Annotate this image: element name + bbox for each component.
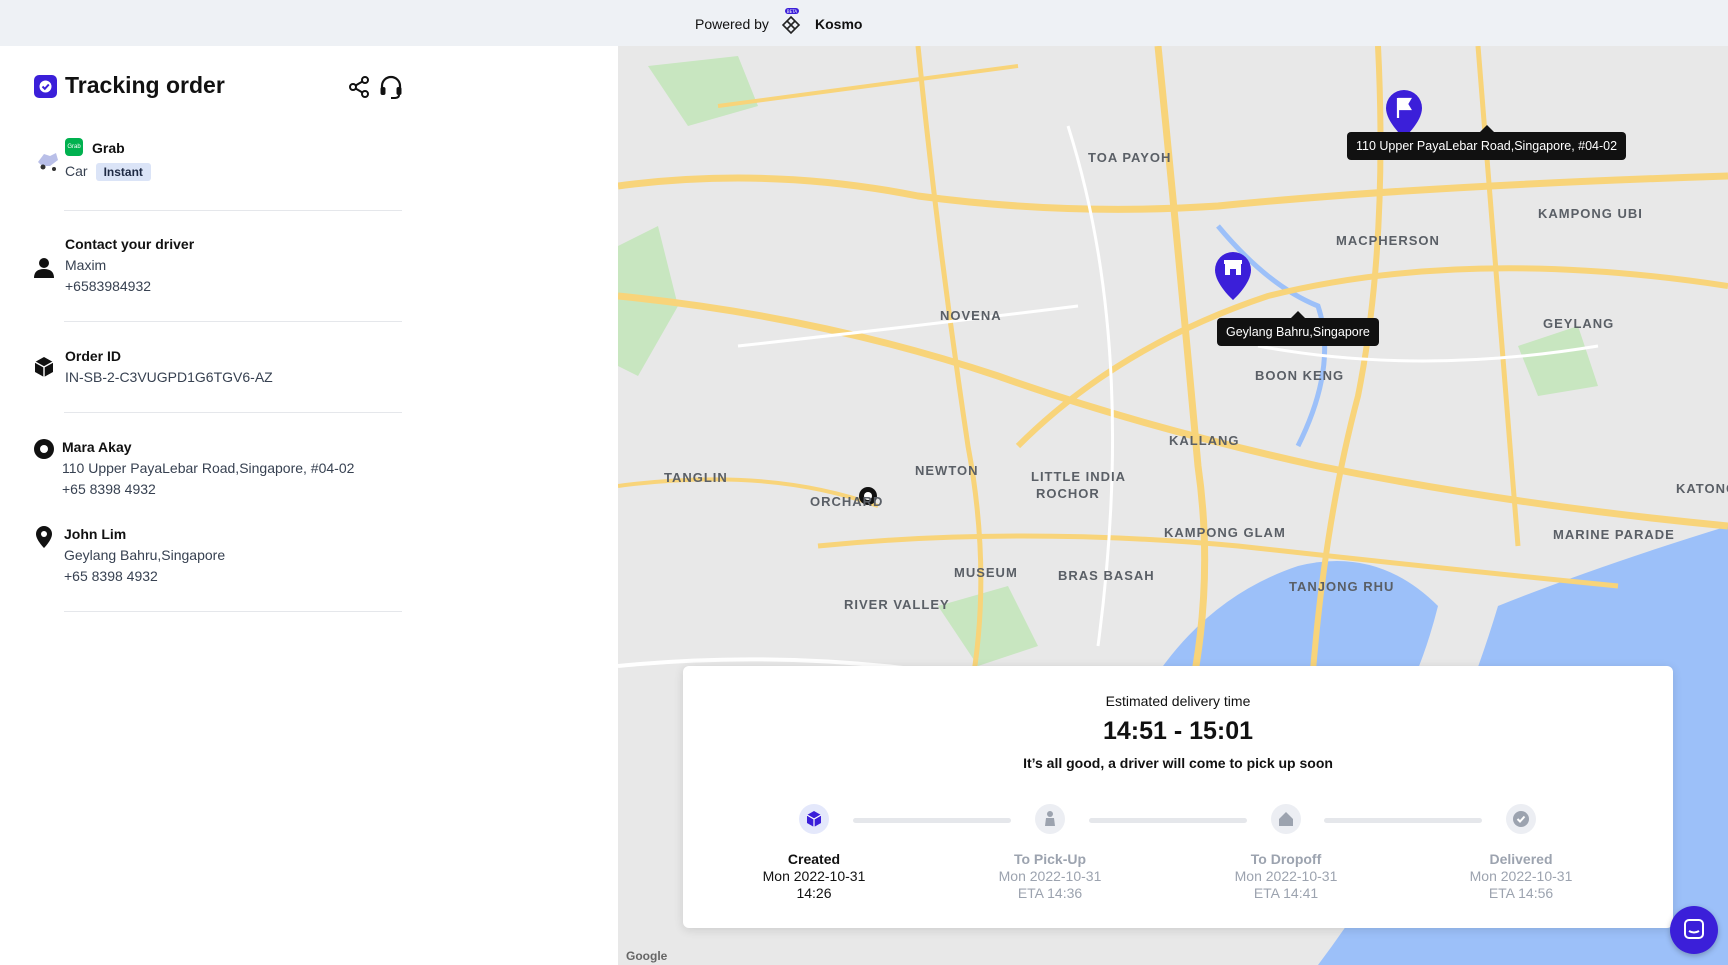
map-area-label: KAMPONG GLAM	[1164, 525, 1286, 540]
kosmo-logo-icon: BETA	[781, 8, 801, 35]
dropoff-marker-icon[interactable]	[1215, 252, 1251, 300]
map-area-label: GEYLANG	[1543, 316, 1615, 331]
pin-icon	[36, 526, 52, 548]
step-time: ETA 14:36	[1017, 885, 1083, 901]
map-area-label: KATONG	[1676, 481, 1728, 496]
map-area-label: LITTLE INDIA	[1031, 469, 1127, 484]
box-icon	[34, 357, 54, 377]
brand-name: Kosmo	[815, 16, 863, 32]
step-date: Mon 2022-10-31	[998, 868, 1102, 884]
pickup-marker-icon[interactable]	[1386, 90, 1422, 138]
estimated-time: 14:51 - 15:01	[1102, 717, 1254, 745]
person-icon	[34, 258, 54, 278]
step-dropoff-icon	[1271, 804, 1301, 834]
top-banner: Powered by BETA Kosmo	[0, 0, 1728, 46]
box-icon	[806, 811, 822, 827]
step-time: 14:26	[796, 885, 832, 901]
recipient-name: John Lim	[64, 526, 127, 542]
step-created: Created Mon 2022-10-31 14:26	[724, 851, 904, 902]
step-pickup-icon	[1035, 804, 1065, 834]
divider	[64, 611, 402, 612]
map-area-label: BOON KENG	[1255, 368, 1345, 383]
dropoff-tooltip: Geylang Bahru,Singapore	[1217, 311, 1379, 346]
sender-address: 110 Upper PayaLebar Road,Singapore, #04-…	[62, 460, 355, 476]
headset-icon[interactable]	[378, 74, 404, 100]
map-attribution: Google	[626, 949, 668, 963]
order-heading: Order ID	[65, 348, 122, 364]
map-area-label: KALLANG	[1169, 433, 1240, 448]
divider	[64, 412, 402, 413]
grab-logo: Grab	[65, 138, 83, 156]
order-id: IN-SB-2-C3VUGPD1G6TGV6-AZ	[65, 369, 273, 385]
delivery-card: Estimated delivery time 14:51 - 15:01 It…	[683, 666, 1673, 928]
recipient-address: Geylang Bahru,Singapore	[64, 547, 226, 563]
sender-phone[interactable]: +65 8398 4932	[62, 481, 156, 497]
step-title: Delivered	[1489, 851, 1553, 867]
map-area-label: KAMPONG UBI	[1538, 206, 1643, 221]
step-title: To Dropoff	[1250, 851, 1322, 867]
service-badge: Instant	[95, 163, 151, 181]
step-delivered-icon	[1506, 804, 1536, 834]
origin-icon	[34, 439, 54, 459]
tracking-panel: Tracking order Grab Grab Car Instant Cont…	[0, 46, 618, 965]
step-date: Mon 2022-10-31	[1469, 868, 1573, 884]
map-area-label: NEWTON	[915, 463, 979, 478]
step-connector	[1089, 818, 1247, 823]
map-area-label: TANJONG RHU	[1289, 579, 1395, 594]
beta-badge: BETA	[787, 9, 797, 14]
provider-name: Grab	[92, 140, 125, 156]
check-circle-icon	[1513, 811, 1529, 827]
map-area-label: MARINE PARADE	[1553, 527, 1675, 542]
sender-name: Mara Akay	[62, 439, 132, 455]
map-area-label: MACPHERSON	[1336, 233, 1440, 248]
pickup-tooltip: 110 Upper PayaLebar Road,Singapore, #04-…	[1347, 125, 1627, 160]
vehicle-type: Car	[65, 163, 88, 179]
step-date: Mon 2022-10-31	[1234, 868, 1338, 884]
step-time: ETA 14:56	[1488, 885, 1554, 901]
chat-icon	[1684, 919, 1704, 939]
step-created-icon	[799, 804, 829, 834]
step-dropoff: To Dropoff Mon 2022-10-31 ETA 14:41	[1196, 851, 1376, 902]
driver-icon	[1045, 811, 1055, 826]
map-area-label: BRAS BASAH	[1058, 568, 1155, 583]
home-icon	[1279, 812, 1293, 826]
map-area-label: ORCHARD	[810, 494, 884, 509]
driver-name: Maxim	[65, 257, 107, 273]
check-box-icon	[34, 75, 57, 98]
driver-heading: Contact your driver	[65, 236, 195, 252]
status-message: It’s all good, a driver will come to pic…	[1023, 755, 1333, 771]
step-time: ETA 14:41	[1253, 885, 1319, 901]
map-area-label: TANGLIN	[664, 470, 728, 485]
powered-by-label: Powered by	[695, 16, 769, 32]
step-title: Created	[787, 851, 841, 867]
chat-button[interactable]	[1670, 906, 1718, 954]
step-pickup: To Pick-Up Mon 2022-10-31 ETA 14:36	[960, 851, 1140, 902]
share-icon[interactable]	[347, 75, 371, 99]
estimated-label: Estimated delivery time	[1105, 693, 1251, 709]
map-area-label: ROCHOR	[1036, 486, 1100, 501]
map-area-label: TOA PAYOH	[1088, 150, 1172, 165]
recipient-phone[interactable]: +65 8398 4932	[64, 568, 158, 584]
step-connector	[1324, 818, 1482, 823]
divider	[64, 210, 402, 211]
map-area-label: NOVENA	[940, 308, 1002, 323]
step-delivered: Delivered Mon 2022-10-31 ETA 14:56	[1431, 851, 1611, 902]
map-area-label: RIVER VALLEY	[844, 597, 950, 612]
divider	[64, 321, 402, 322]
driver-phone[interactable]: +6583984932	[65, 278, 151, 294]
car-icon	[38, 153, 58, 171]
step-connector	[853, 818, 1011, 823]
vehicle-row: Car Instant	[65, 163, 151, 181]
page-title: Tracking order	[65, 72, 225, 98]
step-title: To Pick-Up	[1013, 851, 1087, 867]
step-date: Mon 2022-10-31	[762, 868, 866, 884]
map-area-label: MUSEUM	[954, 565, 1018, 580]
